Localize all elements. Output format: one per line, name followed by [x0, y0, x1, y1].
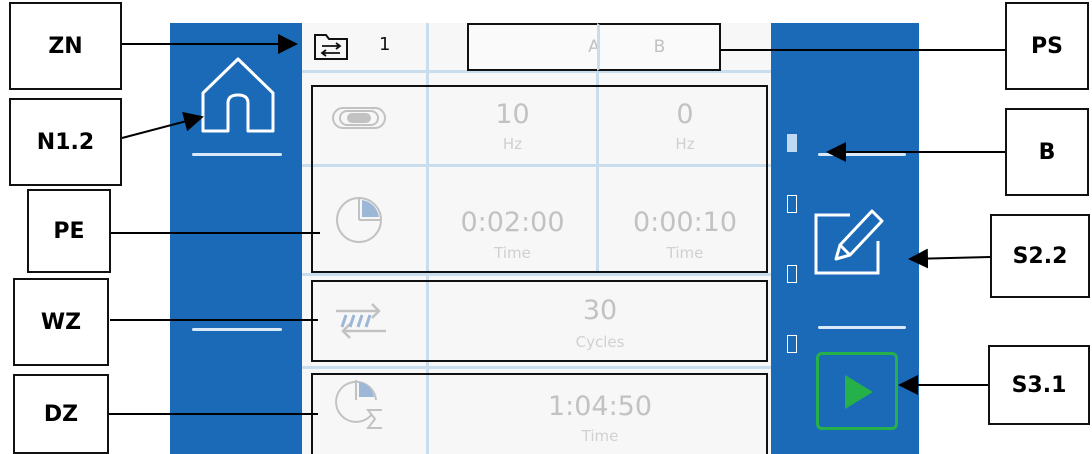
- callout-wz: WZ: [13, 278, 109, 366]
- callout-dz: DZ: [13, 374, 109, 454]
- callout-s22: S2.2: [990, 214, 1090, 298]
- callout-n12: N1.2: [9, 98, 122, 186]
- callout-b: B: [1005, 108, 1089, 196]
- callout-zn: ZN: [9, 2, 122, 90]
- arrow-s22: [908, 248, 991, 269]
- callout-ps: PS: [1005, 2, 1089, 90]
- callout-arrows: [108, 34, 1005, 415]
- callout-pe: PE: [27, 189, 111, 273]
- callout-s31: S3.1: [988, 345, 1090, 425]
- arrow-n12: [121, 111, 204, 139]
